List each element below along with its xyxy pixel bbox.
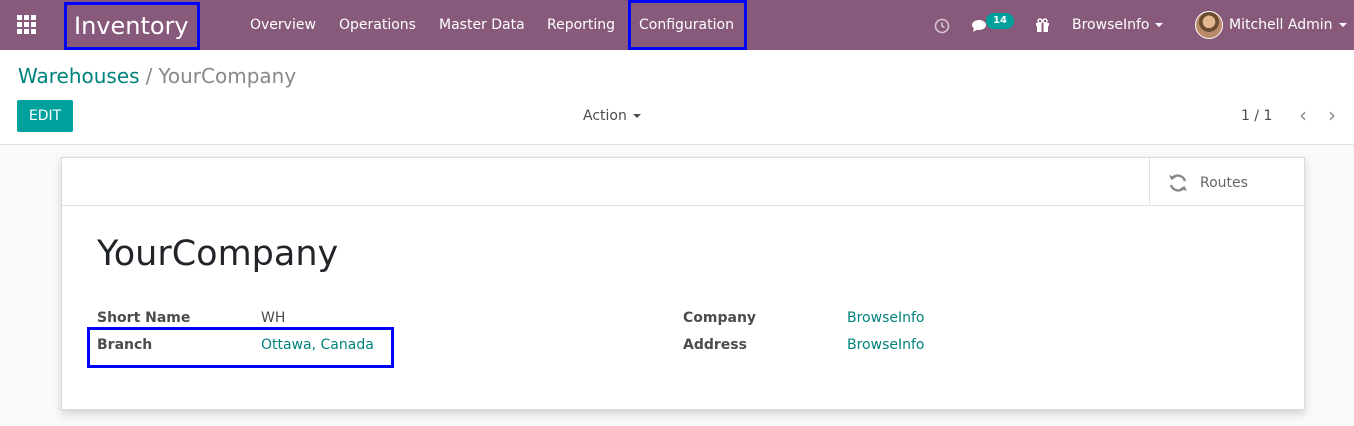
user-menu[interactable]: Mitchell Admin bbox=[1229, 0, 1347, 50]
refresh-icon bbox=[1167, 172, 1189, 194]
smart-button-box: Routes bbox=[62, 158, 1304, 206]
form-sheet: Routes YourCompany Short Name WH Branch … bbox=[61, 157, 1305, 410]
action-dropdown[interactable]: Action bbox=[583, 106, 641, 126]
routes-label: Routes bbox=[1200, 175, 1248, 191]
menu-master-data[interactable]: Master Data bbox=[439, 0, 525, 50]
short-name-value: WH bbox=[261, 310, 286, 326]
address-value-link[interactable]: BrowseInfo bbox=[847, 335, 924, 355]
app-title[interactable]: Inventory bbox=[64, 2, 200, 50]
user-name: Mitchell Admin bbox=[1229, 17, 1333, 33]
company-switcher-label: BrowseInfo bbox=[1072, 17, 1150, 33]
company-value-link[interactable]: BrowseInfo bbox=[847, 308, 924, 328]
caret-down-icon bbox=[632, 114, 641, 118]
main-navbar: Inventory Overview Operations Master Dat… bbox=[0, 0, 1354, 50]
caret-down-icon bbox=[1338, 23, 1347, 27]
menu-operations[interactable]: Operations bbox=[339, 0, 416, 50]
routes-smart-button[interactable]: Routes bbox=[1149, 158, 1304, 206]
menu-reporting[interactable]: Reporting bbox=[547, 0, 615, 50]
messages-count-badge: 14 bbox=[986, 13, 1014, 29]
gift-icon[interactable] bbox=[1035, 0, 1050, 50]
apps-grid-icon[interactable] bbox=[17, 15, 37, 35]
address-label: Address bbox=[683, 337, 747, 353]
control-panel: Warehouses / YourCompany EDIT Action 1 / 1… bbox=[0, 50, 1354, 145]
chevron-left-icon[interactable]: ‹ bbox=[1295, 104, 1311, 128]
breadcrumb-separator: / bbox=[145, 64, 153, 88]
avatar[interactable] bbox=[1195, 11, 1223, 39]
action-label: Action bbox=[583, 108, 627, 124]
caret-down-icon bbox=[1155, 23, 1164, 27]
breadcrumb: Warehouses / YourCompany bbox=[18, 64, 296, 88]
breadcrumb-current: YourCompany bbox=[158, 64, 297, 88]
company-switcher[interactable]: BrowseInfo bbox=[1072, 0, 1164, 50]
edit-button[interactable]: EDIT bbox=[17, 100, 73, 132]
menu-overview[interactable]: Overview bbox=[250, 0, 316, 50]
menu-configuration[interactable]: Configuration bbox=[628, 0, 747, 50]
company-label: Company bbox=[683, 310, 757, 326]
pager-value[interactable]: 1 / 1 bbox=[1241, 106, 1272, 126]
chevron-right-icon[interactable]: › bbox=[1324, 104, 1340, 128]
short-name-label: Short Name bbox=[97, 310, 191, 326]
branch-highlight-box bbox=[87, 327, 394, 368]
breadcrumb-warehouses-link[interactable]: Warehouses bbox=[18, 64, 140, 88]
record-title: YourCompany bbox=[97, 234, 339, 274]
clock-icon[interactable] bbox=[934, 0, 950, 50]
